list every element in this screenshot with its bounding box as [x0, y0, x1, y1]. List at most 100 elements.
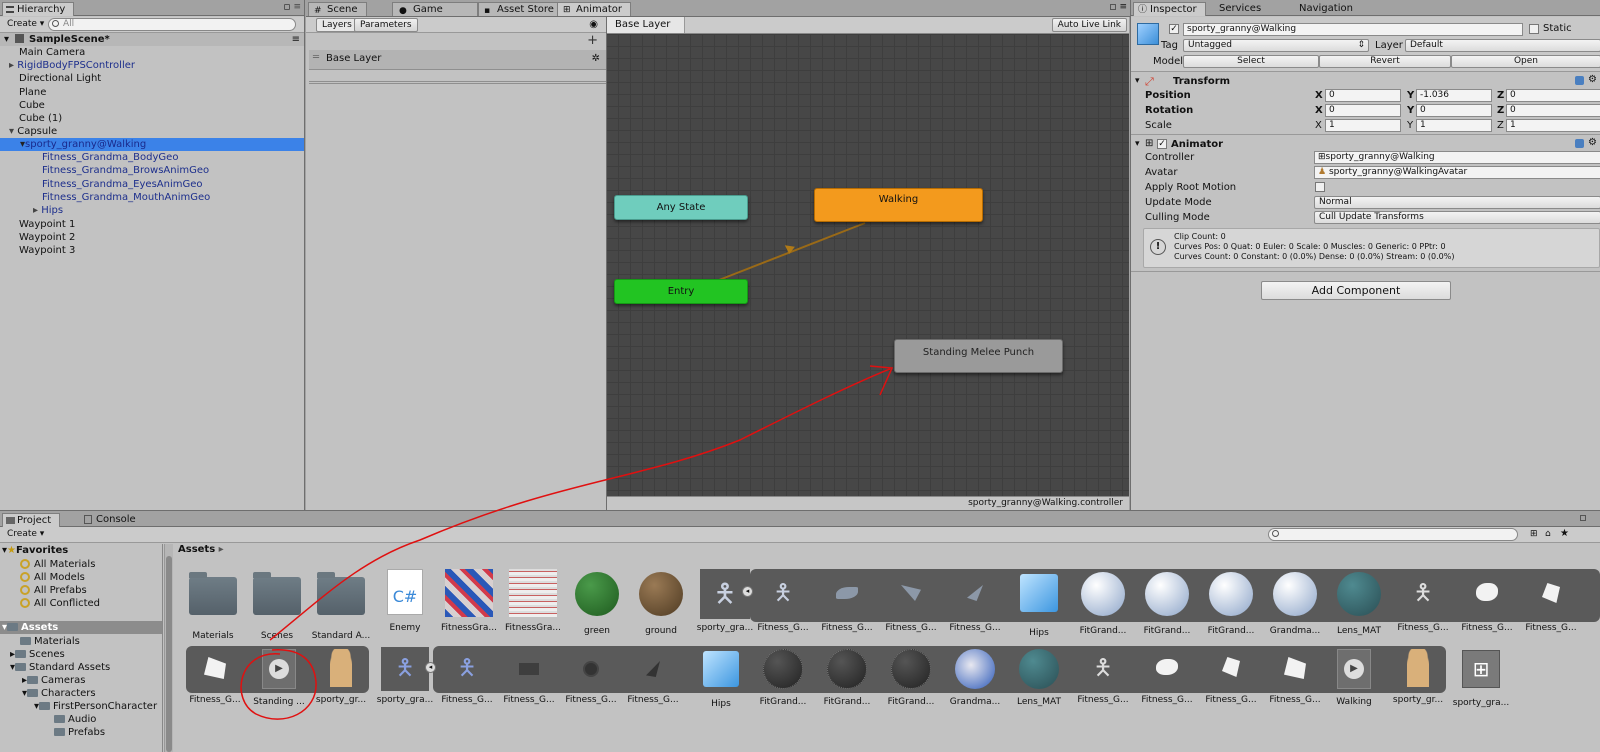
- rotation-y-field[interactable]: 0: [1416, 104, 1492, 117]
- scale-z-field[interactable]: 1: [1506, 119, 1600, 132]
- asset-item[interactable]: 🯅 sporty_gra...: [374, 647, 436, 705]
- tree-item[interactable]: Audio: [54, 713, 96, 726]
- assets-root[interactable]: ▾ Assets: [0, 621, 162, 634]
- asset-item[interactable]: Materials: [182, 569, 244, 641]
- hierarchy-item[interactable]: Fitness_Grandma_MouthAnimGeo: [0, 191, 304, 204]
- state-entry[interactable]: Entry: [614, 279, 748, 304]
- favorite-item[interactable]: All Materials: [20, 558, 95, 571]
- tree-item[interactable]: Materials: [20, 635, 80, 648]
- hierarchy-item[interactable]: Fitness_Grandma_BrowsAnimGeo: [0, 164, 304, 177]
- tab-animator[interactable]: ⊞ Animator: [557, 2, 631, 16]
- rotation-x-field[interactable]: 0: [1325, 104, 1401, 117]
- asset-item[interactable]: Grandma...: [944, 647, 1006, 707]
- enabled-checkbox[interactable]: ✓: [1157, 139, 1167, 149]
- lock-icon[interactable]: [1580, 515, 1586, 521]
- state-any-state[interactable]: Any State: [614, 195, 748, 220]
- tab-hierarchy[interactable]: Hierarchy: [2, 2, 75, 16]
- asset-item[interactable]: FitGrand...: [752, 647, 814, 707]
- tree-item[interactable]: Prefabs: [54, 726, 105, 739]
- asset-item[interactable]: Fitness_G...: [1264, 647, 1326, 705]
- hierarchy-item[interactable]: ▸ Hips: [0, 204, 304, 217]
- asset-item[interactable]: FitnessGra...: [502, 569, 564, 633]
- collapse-asset-icon[interactable]: ◂: [425, 662, 436, 673]
- animator-graph[interactable]: Base Layer Auto Live Link Any State Walk…: [607, 17, 1129, 510]
- hierarchy-item[interactable]: Main Camera: [0, 46, 304, 59]
- create-button[interactable]: Create ▾: [2, 18, 49, 32]
- tree-item[interactable]: ▸ Cameras: [22, 674, 85, 687]
- model-select-button[interactable]: Select: [1183, 55, 1319, 68]
- position-z-field[interactable]: 0: [1506, 89, 1600, 102]
- asset-item[interactable]: FitGrand...: [1200, 569, 1262, 636]
- asset-item[interactable]: 🯅 Fitness_G...: [1072, 647, 1134, 705]
- asset-item[interactable]: Standard A...: [310, 569, 372, 641]
- hierarchy-item[interactable]: Directional Light: [0, 72, 304, 85]
- hierarchy-item[interactable]: Waypoint 3: [0, 244, 304, 257]
- favorite-item[interactable]: All Prefabs: [20, 584, 87, 597]
- tab-project[interactable]: Project: [2, 513, 61, 527]
- hierarchy-item[interactable]: Plane: [0, 86, 304, 99]
- asset-item[interactable]: FitnessGra...: [438, 569, 500, 633]
- active-checkbox[interactable]: ✓: [1169, 24, 1179, 34]
- tree-item[interactable]: ▾ Standard Assets: [10, 661, 110, 674]
- asset-item[interactable]: Scenes: [246, 569, 308, 641]
- asset-item[interactable]: Hips: [690, 647, 752, 709]
- asset-item[interactable]: sporty_gr...: [310, 647, 372, 705]
- filter-type-icon[interactable]: ⊞: [1530, 529, 1538, 539]
- scene-menu-icon[interactable]: ≡: [292, 33, 300, 46]
- culling-mode-dropdown[interactable]: Cull Update Transforms: [1314, 211, 1600, 224]
- asset-item[interactable]: Fitness_G...: [560, 647, 622, 705]
- asset-item[interactable]: ▶ Standing ...: [248, 647, 310, 707]
- asset-item[interactable]: green: [566, 569, 628, 636]
- hierarchy-item-selected[interactable]: ▾sporty_granny@Walking: [0, 138, 304, 151]
- filter-label-icon[interactable]: ⌂: [1545, 529, 1551, 539]
- asset-item[interactable]: Fitness_G...: [944, 569, 1006, 633]
- gear-icon[interactable]: ✲: [592, 50, 600, 68]
- tab-services[interactable]: Services: [1211, 2, 1269, 16]
- tab-scene[interactable]: # Scene: [308, 2, 367, 16]
- drag-handle-icon[interactable]: ═: [313, 49, 319, 67]
- tree-item[interactable]: ▾ FirstPersonCharacter: [34, 700, 157, 713]
- asset-item[interactable]: ▶ Walking: [1323, 647, 1385, 707]
- help-icon[interactable]: [1575, 139, 1584, 148]
- asset-item[interactable]: Grandma...: [1264, 569, 1326, 636]
- tree-scrollbar[interactable]: [164, 544, 173, 752]
- collapse-arrow-icon[interactable]: ▾: [9, 126, 14, 137]
- asset-item[interactable]: 🯅 Fitness_G...: [1392, 569, 1454, 633]
- asset-item[interactable]: Fitness_G...: [184, 647, 246, 705]
- hierarchy-item[interactable]: Cube (1): [0, 112, 304, 125]
- rotation-z-field[interactable]: 0: [1506, 104, 1600, 117]
- asset-item[interactable]: Hips: [1008, 569, 1070, 638]
- favorites-header[interactable]: ▾★Favorites: [2, 544, 68, 557]
- asset-item[interactable]: C# Enemy: [374, 569, 436, 633]
- update-mode-dropdown[interactable]: Normal: [1314, 196, 1600, 209]
- asset-item[interactable]: FitGrand...: [1072, 569, 1134, 636]
- tab-inspector[interactable]: ⓘ Inspector: [1133, 2, 1206, 16]
- scene-row[interactable]: ▾ SampleScene* ≡: [0, 33, 304, 46]
- lock-icon[interactable]: [1110, 4, 1116, 10]
- asset-item[interactable]: Lens_MAT: [1328, 569, 1390, 636]
- asset-item[interactable]: Fitness_G...: [622, 647, 684, 705]
- asset-item[interactable]: Fitness_G...: [1520, 569, 1582, 633]
- asset-item[interactable]: Fitness_G...: [1136, 647, 1198, 705]
- scale-y-field[interactable]: 1: [1416, 119, 1492, 132]
- tab-parameters[interactable]: Parameters: [354, 18, 418, 32]
- asset-item[interactable]: ground: [630, 569, 692, 636]
- layer-dropdown[interactable]: Default: [1405, 39, 1600, 52]
- position-x-field[interactable]: 0: [1325, 89, 1401, 102]
- collapse-arrow-icon[interactable]: ▾: [1135, 139, 1140, 149]
- hierarchy-item[interactable]: Cube: [0, 99, 304, 112]
- asset-item[interactable]: 🯅 sporty_gra...: [694, 569, 756, 633]
- model-revert-button[interactable]: Revert: [1319, 55, 1451, 68]
- asset-item[interactable]: FitGrand...: [816, 647, 878, 707]
- search-input[interactable]: All: [48, 18, 296, 31]
- tree-item[interactable]: ▸ Scenes: [10, 648, 65, 661]
- asset-item[interactable]: Lens_MAT: [1008, 647, 1070, 707]
- scale-x-field[interactable]: 1: [1325, 119, 1401, 132]
- project-search-input[interactable]: [1268, 528, 1518, 541]
- asset-item[interactable]: 🯅 Fitness_G...: [752, 569, 814, 633]
- controller-field[interactable]: ⊞sporty_granny@Walking: [1314, 151, 1600, 164]
- menu-icon[interactable]: ≡: [1119, 2, 1127, 12]
- lock-icon[interactable]: [284, 4, 290, 10]
- tab-navigation[interactable]: Navigation: [1291, 2, 1361, 16]
- asset-item[interactable]: FitGrand...: [880, 647, 942, 707]
